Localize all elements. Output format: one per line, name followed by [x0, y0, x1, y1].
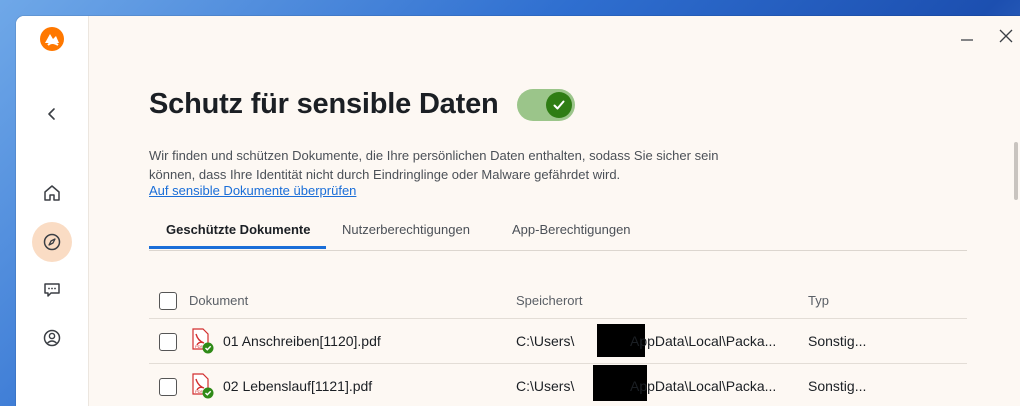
column-header-location[interactable]: Speicherort: [516, 293, 582, 308]
app-window: Schutz für sensible Daten Wir finden und…: [16, 16, 1020, 406]
tab-user-permissions[interactable]: Nutzerberechtigungen: [342, 222, 470, 237]
document-type: Sonstig...: [808, 378, 867, 394]
table-row[interactable]: PDF 01 Anschreiben[1120].pdf C:\Users\ A…: [149, 319, 967, 364]
back-arrow-icon: [48, 108, 55, 120]
document-name: 01 Anschreiben[1120].pdf: [223, 333, 381, 349]
check-documents-link[interactable]: Auf sensible Dokumente überprüfen: [149, 183, 356, 198]
brand-logo-icon: [40, 27, 64, 51]
chat-icon: [44, 283, 60, 297]
sidebar-item-privacy[interactable]: [32, 222, 72, 262]
svg-text:PDF: PDF: [195, 344, 204, 349]
main-content: Schutz für sensible Daten Wir finden und…: [149, 16, 1020, 406]
page-title: Schutz für sensible Daten: [149, 88, 499, 120]
protection-toggle[interactable]: [516, 88, 575, 121]
document-name: 02 Lebenslauf[1121].pdf: [223, 378, 373, 394]
compass-icon: [43, 233, 61, 251]
sidebar-item-home[interactable]: [32, 173, 72, 213]
active-tab-indicator: [149, 246, 326, 249]
table-row[interactable]: PDF 02 Lebenslauf[1121].pdf C:\Users\ Ap…: [149, 364, 967, 406]
location-suffix: AppData\Local\Packa...: [630, 378, 777, 394]
select-all-checkbox[interactable]: [159, 292, 177, 310]
row-checkbox[interactable]: [159, 333, 177, 351]
home-icon: [44, 185, 60, 201]
document-type: Sonstig...: [808, 333, 867, 349]
documents-table: Dokument Speicherort Typ PDF 01 Anschrei…: [149, 284, 967, 406]
title-row: Schutz für sensible Daten: [149, 88, 575, 121]
pdf-protected-icon: PDF: [192, 328, 214, 354]
checkmark-icon: [553, 100, 565, 109]
tab-protected-documents[interactable]: Geschützte Dokumente: [166, 222, 310, 237]
toggle-knob: [545, 91, 572, 118]
pdf-protected-icon: PDF: [192, 373, 214, 399]
sidebar-item-account[interactable]: [32, 318, 72, 358]
tab-app-permissions[interactable]: App-Berechtigungen: [512, 222, 631, 237]
row-checkbox[interactable]: [159, 378, 177, 396]
location-prefix: C:\Users\: [516, 378, 575, 394]
column-header-document[interactable]: Dokument: [189, 293, 248, 308]
account-icon: [43, 329, 61, 347]
column-header-type[interactable]: Typ: [808, 293, 829, 308]
table-header: Dokument Speicherort Typ: [149, 284, 967, 319]
svg-text:PDF: PDF: [195, 389, 204, 394]
back-button[interactable]: [32, 94, 72, 134]
location-suffix: AppData\Local\Packa...: [630, 333, 777, 349]
location-prefix: C:\Users\: [516, 333, 575, 349]
page-description: Wir finden und schützen Dokumente, die I…: [149, 148, 719, 182]
sidebar: [16, 16, 89, 406]
sidebar-item-messages[interactable]: [32, 270, 72, 310]
